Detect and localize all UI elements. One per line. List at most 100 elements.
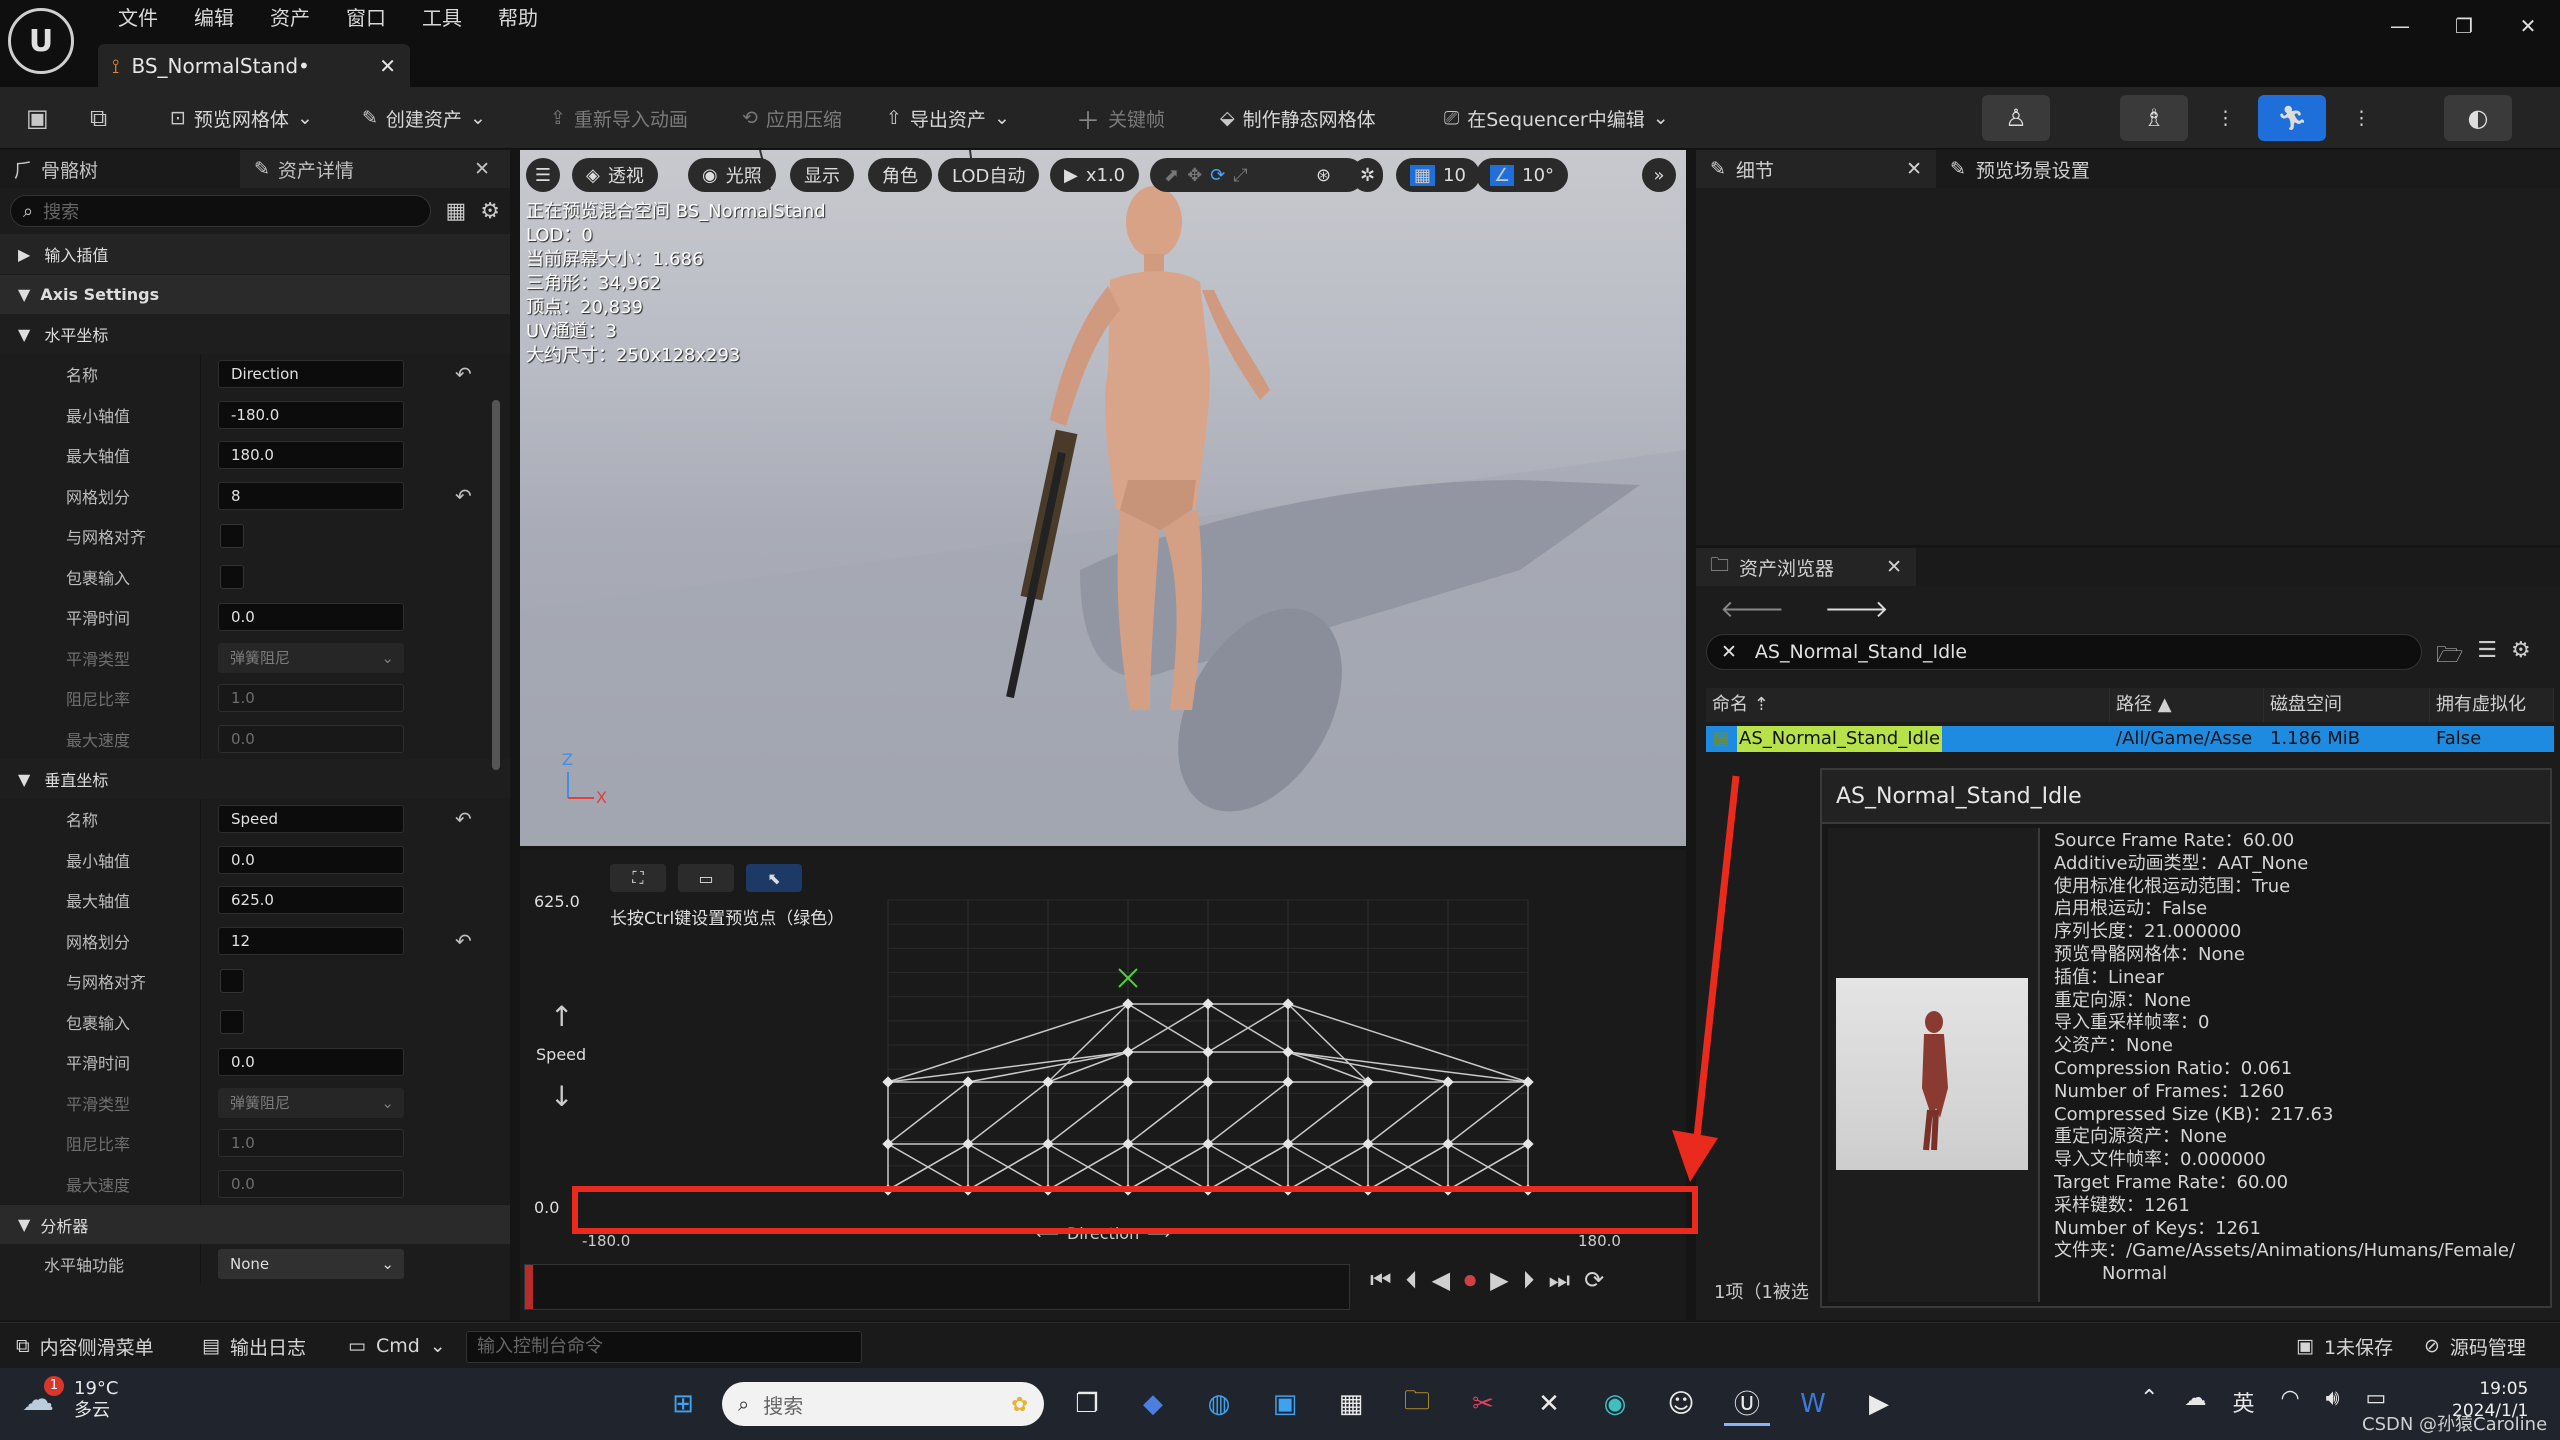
grid-snap-button[interactable]: ▦ 10: [1396, 158, 1480, 192]
play-forward-icon[interactable]: ▶: [1490, 1266, 1508, 1294]
onedrive-icon[interactable]: ☁: [2184, 1386, 2206, 1418]
settings-gear-icon[interactable]: ⚙: [480, 199, 500, 224]
settings-gear-icon[interactable]: ⚙: [2511, 638, 2531, 676]
viewport-more-button[interactable]: »: [1642, 158, 1676, 192]
cmd-dropdown[interactable]: ▭ Cmd ⌄: [348, 1331, 446, 1361]
preview-mesh-button[interactable]: ⊡ 预览网格体 ⌄: [160, 95, 323, 141]
h-axis-function-dropdown[interactable]: None ⌄: [218, 1249, 404, 1280]
lod-button[interactable]: LOD自动: [938, 158, 1040, 192]
property-value-field[interactable]: -180.0: [218, 400, 404, 429]
output-log-button[interactable]: ▤ 输出日志: [202, 1331, 306, 1361]
preview-viewport[interactable]: Z X ☰ ◈ 透视 ◉ 光照 显示 角色 LOD自动 ▶ x1.0 ⬈ ✥ ⟳ ⤢ ⊛ ✲…: [520, 150, 1686, 846]
menu-help[interactable]: 帮助: [480, 2, 556, 34]
apply-compression-button[interactable]: ⟲ 应用压缩: [732, 95, 852, 141]
menu-file[interactable]: 文件: [100, 2, 176, 34]
property-dropdown[interactable]: 弹簧阻尼 ⌄: [218, 642, 404, 673]
sample-point[interactable]: [1202, 998, 1214, 1010]
tab-details[interactable]: ✎ 细节 ✕: [1696, 150, 1936, 188]
unreal-logo-icon[interactable]: U: [8, 8, 74, 74]
minimize-icon[interactable]: —: [2368, 0, 2432, 52]
reset-to-default-icon[interactable]: ↶: [455, 929, 472, 953]
forward-arrow-icon[interactable]: 🡒: [1824, 594, 1888, 623]
sample-point[interactable]: [1282, 1046, 1294, 1058]
volume-icon[interactable]: 🔊︎: [2326, 1386, 2340, 1418]
keyframe-button[interactable]: ＋ 关键帧: [1066, 95, 1175, 141]
browser-icon[interactable]: ◍: [1196, 1382, 1242, 1426]
loop-icon[interactable]: ⟳: [1584, 1266, 1604, 1294]
property-value-field[interactable]: 0.0: [218, 603, 404, 632]
menu-tools[interactable]: 工具: [404, 2, 480, 34]
sample-point[interactable]: [1522, 1138, 1534, 1150]
restore-icon[interactable]: ❐: [2432, 0, 2496, 52]
step-forward-icon[interactable]: ⏵: [1523, 1266, 1535, 1294]
perspective-button[interactable]: ◈ 透视: [572, 158, 658, 192]
property-checkbox[interactable]: [220, 969, 244, 994]
reset-to-default-icon[interactable]: ↶: [455, 807, 472, 831]
asset-search-input[interactable]: ✕ AS_Normal_Stand_Idle: [1706, 634, 2422, 670]
capcut-icon[interactable]: ✕: [1526, 1382, 1572, 1426]
export-asset-button[interactable]: ⇧ 导出资产 ⌄: [876, 95, 1020, 141]
pointer-button[interactable]: ⬉: [746, 864, 802, 892]
create-asset-button[interactable]: ✎ 创建资产 ⌄: [352, 95, 496, 141]
blendspace-editor[interactable]: ⛶ ▭ ⬉ 625.0 0.0 Speed ↑ ↓ -180.0 180.0 ⟵…: [520, 850, 1686, 1320]
folder-open-icon[interactable]: 🗁︎: [2436, 638, 2463, 676]
vertical-axis-group[interactable]: ▼ 垂直坐标: [0, 759, 510, 799]
back-arrow-icon[interactable]: 🡐: [1720, 594, 1784, 623]
property-value-field[interactable]: Speed: [218, 805, 404, 834]
more-options-icon[interactable]: ⋮: [2342, 95, 2381, 141]
unsaved-button[interactable]: ▣ 1未保存: [2296, 1331, 2393, 1361]
qq-icon[interactable]: ☺: [1658, 1382, 1704, 1426]
file-explorer-icon[interactable]: 🗀︎: [1394, 1382, 1440, 1426]
world-local-button[interactable]: ⊛: [1308, 158, 1340, 192]
taskbar-search[interactable]: ⌕ 搜索 ✿: [722, 1382, 1044, 1426]
unreal-engine-icon[interactable]: Ⓤ: [1724, 1382, 1770, 1426]
reset-to-default-icon[interactable]: ↶: [455, 362, 472, 386]
tab-skeleton-tree[interactable]: ⺁骨骼树: [0, 150, 240, 188]
filter-icon[interactable]: ☰: [2477, 638, 2497, 676]
widgets-icon[interactable]: ◆: [1130, 1382, 1176, 1426]
table-view-icon[interactable]: ▦: [445, 199, 466, 224]
details-scrollbar[interactable]: [492, 400, 500, 770]
source-control-button[interactable]: ⊘ 源码管理: [2424, 1331, 2526, 1361]
snipping-tool-icon[interactable]: ✂: [1460, 1382, 1506, 1426]
play-reverse-icon[interactable]: ◀: [1432, 1266, 1450, 1294]
task-view-icon[interactable]: ❐: [1064, 1382, 1110, 1426]
property-value-field[interactable]: 180.0: [218, 441, 404, 470]
property-checkbox[interactable]: [220, 524, 244, 549]
tab-preview-scene-settings[interactable]: ✎ 预览场景设置: [1936, 150, 2104, 188]
physics-mode-button[interactable]: ◐: [2444, 95, 2512, 141]
reset-to-default-icon[interactable]: ↶: [455, 484, 472, 508]
column-virtualized[interactable]: 拥有虚拟化: [2430, 688, 2554, 722]
surface-snap-button[interactable]: ✲: [1352, 158, 1384, 192]
property-value-field[interactable]: 0.0: [218, 724, 404, 753]
media-player-icon[interactable]: ▶: [1856, 1382, 1902, 1426]
reimport-button[interactable]: ⇪ 重新导入动画: [540, 95, 698, 141]
analyzer-section[interactable]: ▼ 分析器: [0, 1204, 510, 1244]
column-disk-size[interactable]: 磁盘空间: [2264, 688, 2430, 722]
axis-settings-section[interactable]: ▼ Axis Settings: [0, 274, 510, 314]
property-checkbox[interactable]: [220, 1009, 244, 1034]
edit-in-sequencer-button[interactable]: ⎚ 在Sequencer中编辑 ⌄: [1434, 95, 1679, 141]
property-value-field[interactable]: 12: [218, 926, 404, 955]
sample-point[interactable]: [1122, 1046, 1134, 1058]
make-static-mesh-button[interactable]: ⬙ 制作静态网格体: [1210, 95, 1386, 141]
property-value-field[interactable]: 8: [218, 481, 404, 510]
menu-asset[interactable]: 资产: [252, 2, 328, 34]
mesh-mode-button[interactable]: ♗: [2120, 95, 2188, 141]
menu-window[interactable]: 窗口: [328, 2, 404, 34]
viewport-menu-button[interactable]: ☰: [526, 158, 560, 192]
property-value-field[interactable]: Direction: [218, 360, 404, 389]
content-drawer-button[interactable]: ⧉ 内容侧滑菜单: [16, 1331, 154, 1361]
browse-button[interactable]: ⧉: [80, 95, 117, 141]
step-back-icon[interactable]: ⏴: [1406, 1266, 1418, 1294]
word-icon[interactable]: W: [1790, 1382, 1836, 1426]
character-button[interactable]: 角色: [868, 158, 932, 192]
show-button[interactable]: 显示: [790, 158, 854, 192]
triangulation-button[interactable]: ▭: [678, 864, 734, 892]
property-value-field[interactable]: 0.0: [218, 845, 404, 874]
console-command-input[interactable]: 输入控制台命令: [466, 1331, 862, 1363]
record-icon[interactable]: ⏺: [1464, 1266, 1476, 1294]
property-checkbox[interactable]: [220, 564, 244, 589]
tab-asset-details[interactable]: ✎ 资产详情 ✕: [240, 150, 510, 188]
clear-search-icon[interactable]: ✕: [1721, 641, 1737, 663]
